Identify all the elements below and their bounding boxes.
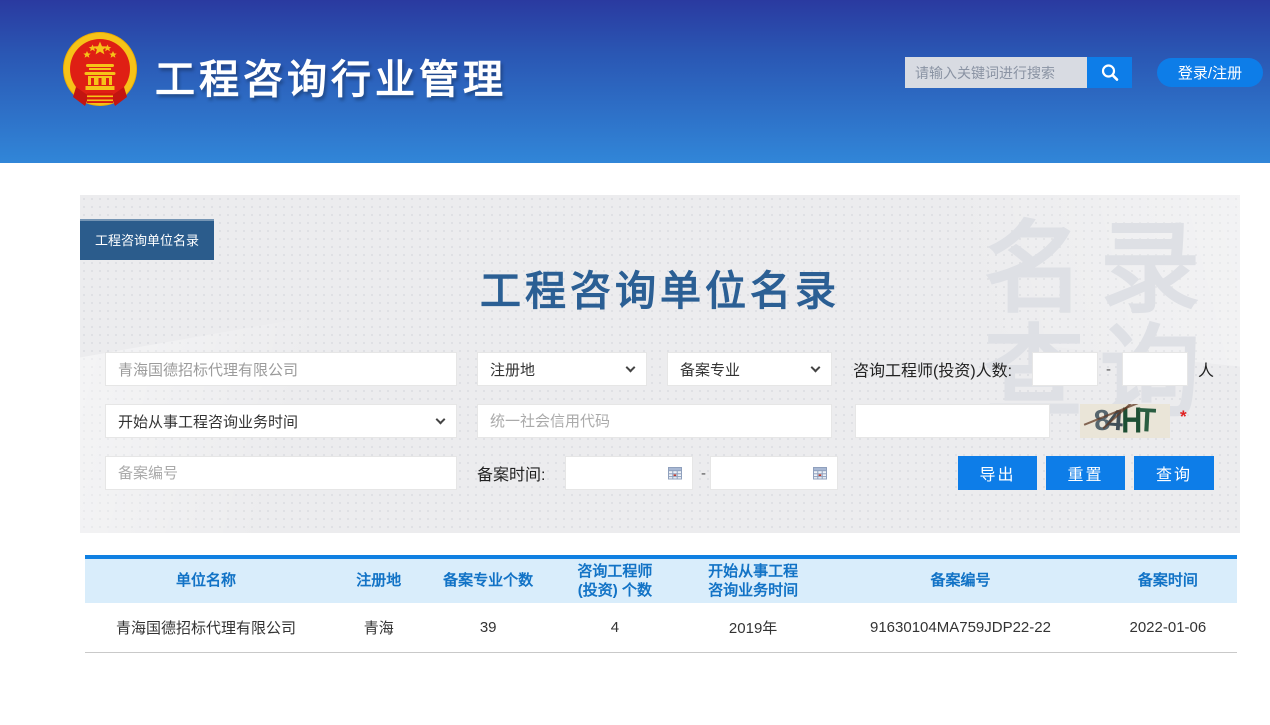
chevron-down-icon [436, 414, 446, 424]
cell-specialty-count: 39 [431, 603, 546, 652]
cell-start-year: 2019年 [684, 603, 822, 652]
engineer-count-label: 咨询工程师(投资)人数: [853, 352, 1012, 386]
specialty-select-value: 备案专业 [680, 359, 740, 380]
engineer-count-min-input[interactable] [1032, 352, 1098, 386]
results-table: 单位名称 注册地 备案专业个数 咨询工程师 (投资) 个数 开始从事工程 咨询业… [85, 555, 1237, 653]
col-header-record-no: 备案编号 [822, 557, 1098, 603]
calendar-icon [813, 466, 827, 480]
record-time-start-input[interactable] [565, 456, 693, 490]
query-button[interactable]: 查询 [1134, 456, 1214, 490]
col-header-start-time: 开始从事工程 咨询业务时间 [684, 557, 822, 603]
cell-unit-name: 青海国德招标代理有限公司 [85, 603, 327, 652]
table-header-row: 单位名称 注册地 备案专业个数 咨询工程师 (投资) 个数 开始从事工程 咨询业… [85, 557, 1237, 603]
background-watermark: 名录 查询 [984, 217, 1216, 425]
record-time-label: 备案时间: [477, 456, 545, 490]
national-emblem-icon [61, 31, 139, 113]
login-register-button[interactable]: 登录/注册 [1157, 58, 1263, 87]
site-header: 工程咨询行业管理 登录/注册 [0, 0, 1270, 163]
export-button[interactable]: 导出 [958, 456, 1037, 490]
page-title: 工程咨询单位名录 [80, 257, 1240, 317]
region-select-value: 注册地 [490, 359, 535, 380]
header-search-button[interactable] [1087, 57, 1132, 88]
start-time-select-value: 开始从事工程咨询业务时间 [118, 411, 298, 432]
cell-record-no: 91630104MA759JDP22-22 [822, 603, 1098, 652]
col-header-record-time: 备案时间 [1099, 557, 1237, 603]
col-header-unit-name: 单位名称 [85, 557, 327, 603]
search-icon [1099, 62, 1121, 84]
required-asterisk: * [1180, 407, 1187, 427]
chevron-down-icon [626, 362, 636, 372]
reset-button[interactable]: 重置 [1046, 456, 1125, 490]
engineer-count-max-input[interactable] [1122, 352, 1188, 386]
record-time-end-input[interactable] [710, 456, 838, 490]
engineer-count-unit: 人 [1198, 352, 1214, 386]
region-select[interactable]: 注册地 [477, 352, 647, 386]
captcha-image[interactable]: 8 4 H T [1080, 404, 1170, 438]
cell-region: 青海 [327, 603, 431, 652]
directory-search-panel: 名录 查询 工程咨询单位名录 工程咨询单位名录 注册地 备案专业 咨询工程师(投… [80, 195, 1240, 533]
start-time-select[interactable]: 开始从事工程咨询业务时间 [105, 404, 457, 438]
range-dash: - [701, 456, 706, 490]
credit-code-input[interactable] [477, 404, 832, 438]
tab-directory[interactable]: 工程咨询单位名录 [80, 219, 214, 260]
header-search-input[interactable] [905, 57, 1087, 88]
table-row: 青海国德招标代理有限公司 青海 39 4 2019年 91630104MA759… [85, 603, 1237, 652]
specialty-select[interactable]: 备案专业 [667, 352, 832, 386]
cell-engineer-count: 4 [546, 603, 684, 652]
captcha-char: T [1137, 404, 1157, 438]
chevron-down-icon [811, 362, 821, 372]
company-name-input[interactable] [105, 352, 457, 386]
captcha-input[interactable] [855, 404, 1050, 438]
col-header-engineer-count: 咨询工程师 (投资) 个数 [546, 557, 684, 603]
col-header-specialty-count: 备案专业个数 [431, 557, 546, 603]
record-number-input[interactable] [105, 456, 457, 490]
cell-record-date: 2022-01-06 [1099, 603, 1237, 652]
calendar-icon [668, 466, 682, 480]
col-header-region: 注册地 [327, 557, 431, 603]
range-dash: - [1106, 352, 1111, 386]
site-title: 工程咨询行业管理 [155, 47, 507, 105]
